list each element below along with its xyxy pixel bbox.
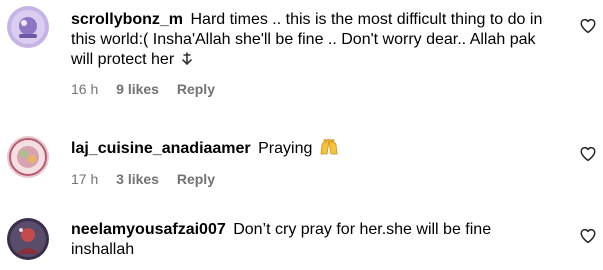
comment-meta: 17 h 3 likes Reply <box>71 171 551 187</box>
like-heart-icon[interactable] <box>579 145 597 163</box>
comment-text: Praying <box>258 140 313 157</box>
comment-time[interactable]: 16 h <box>71 81 98 97</box>
comment-likes[interactable]: 3 likes <box>116 171 159 187</box>
comment-username[interactable]: neelamyousafzai007 <box>71 221 226 238</box>
comment-likes[interactable]: 9 likes <box>116 81 159 97</box>
raised-hands-icon <box>319 138 339 162</box>
comment-text-block: neelamyousafzai007 Don’t cry pray for he… <box>71 220 551 260</box>
comment-text-block: scrollybonz_m Hard times .. this is the … <box>71 10 551 72</box>
avatar-image <box>7 218 49 260</box>
like-heart-icon[interactable] <box>579 17 597 35</box>
comment-time[interactable]: 17 h <box>71 171 98 187</box>
comment-username[interactable]: laj_cuisine_anadiaamer <box>71 140 251 157</box>
avatar-image <box>7 6 49 48</box>
reply-button[interactable]: Reply <box>177 81 215 97</box>
avatar[interactable] <box>7 6 49 48</box>
comment-meta: 16 h 9 likes Reply <box>71 81 551 97</box>
avatar[interactable] <box>7 136 49 178</box>
avatar-image <box>7 136 49 178</box>
downwards-arrow-icon <box>181 52 193 72</box>
comment-username[interactable]: scrollybonz_m <box>71 11 183 28</box>
comment-text-block: laj_cuisine_anadiaamer Praying <box>71 138 551 162</box>
avatar[interactable] <box>7 218 49 260</box>
like-heart-icon[interactable] <box>579 227 597 245</box>
reply-button[interactable]: Reply <box>177 171 215 187</box>
